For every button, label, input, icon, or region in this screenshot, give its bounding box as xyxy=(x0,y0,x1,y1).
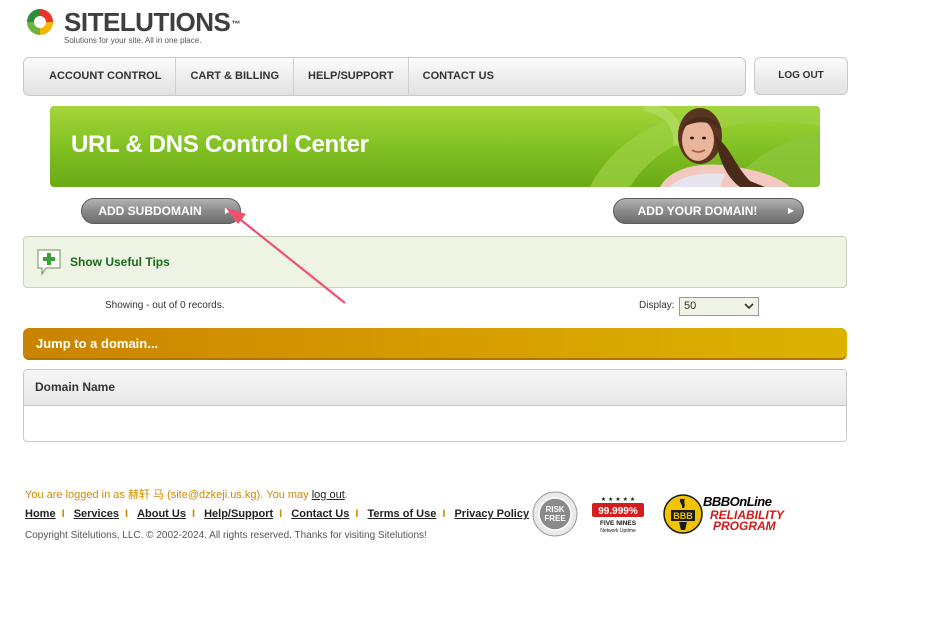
five-nines-uptime-badge-icon: ★ ★ ★ ★ ★ 99.999% FIVE NINES Network Upt… xyxy=(592,496,644,534)
svg-text:★ ★ ★ ★ ★: ★ ★ ★ ★ ★ xyxy=(601,496,636,503)
table-header-domain-name: Domain Name xyxy=(24,370,846,406)
footer-link-about-us[interactable]: About Us xyxy=(137,508,186,520)
display-count-select[interactable]: 50 xyxy=(679,297,759,316)
show-useful-tips-link[interactable]: Show Useful Tips xyxy=(70,255,170,269)
page-banner: URL & DNS Control Center xyxy=(50,106,820,187)
plus-speech-bubble-icon[interactable] xyxy=(36,248,62,276)
records-count-text: Showing - out of 0 records. xyxy=(105,300,225,311)
svg-text:99.999%: 99.999% xyxy=(598,506,638,517)
bbb-reliability-badge: BBB BBBOnLine RELIABILITY PROGRAM xyxy=(663,492,791,536)
brand-name: SITELUTIONS™ xyxy=(64,7,240,37)
bbb-program-text: PROGRAM xyxy=(713,519,776,533)
add-your-domain-label: ADD YOUR DOMAIN! xyxy=(637,204,758,218)
nav-help-support[interactable]: HELP/SUPPORT xyxy=(294,58,409,95)
sitelutions-logo-icon xyxy=(27,9,53,35)
bbb-torch-icon: BBB xyxy=(663,494,703,534)
copyright-text: Copyright Sitelutions, LLC. © 2002-2024.… xyxy=(25,530,427,541)
jump-to-domain-bar[interactable]: Jump to a domain... xyxy=(23,328,847,360)
svg-text:FREE: FREE xyxy=(544,514,566,523)
main-nav: ACCOUNT CONTROL CART & BILLING HELP/SUPP… xyxy=(23,57,746,96)
banner-woman-illustration xyxy=(590,106,820,187)
footer-logout-link[interactable]: log out xyxy=(312,489,345,501)
useful-tips-panel: Show Useful Tips xyxy=(23,236,847,288)
bbb-online-text: BBBOnLine xyxy=(703,494,772,509)
add-your-domain-button[interactable]: ADD YOUR DOMAIN! ▶ xyxy=(613,198,804,224)
play-arrow-icon: ▶ xyxy=(787,206,794,215)
play-arrow-icon: ▶ xyxy=(224,206,231,215)
svg-text:RISK: RISK xyxy=(545,505,564,514)
display-count-value: 50 xyxy=(684,300,697,312)
svg-text:Network Uptime: Network Uptime xyxy=(600,528,636,534)
footer-link-contact-us[interactable]: Contact Us xyxy=(291,508,349,520)
site-logo[interactable]: SITELUTIONS™ Solutions for your site. Al… xyxy=(24,6,254,48)
brand-tagline: Solutions for your site. All in one plac… xyxy=(64,36,202,45)
nav-contact-us[interactable]: CONTACT US xyxy=(409,58,508,95)
svg-text:FIVE NINES: FIVE NINES xyxy=(600,520,637,527)
nav-cart-billing[interactable]: CART & BILLING xyxy=(176,58,295,95)
add-subdomain-label: ADD SUBDOMAIN xyxy=(98,204,202,218)
logged-in-status: You are logged in as 赫轩 马 (site@dzkeji.u… xyxy=(25,489,348,501)
footer-links: Home I Services I About Us I Help/Support I … xyxy=(25,508,530,520)
footer-link-terms[interactable]: Terms of Use xyxy=(367,508,436,520)
display-label: Display: xyxy=(639,300,675,311)
domain-table: Domain Name xyxy=(23,369,847,442)
page-title: URL & DNS Control Center xyxy=(71,131,369,158)
logout-button[interactable]: LOG OUT xyxy=(754,57,848,95)
footer-link-home[interactable]: Home xyxy=(25,508,56,520)
footer-link-privacy[interactable]: Privacy Policy xyxy=(454,508,529,520)
add-subdomain-button[interactable]: ADD SUBDOMAIN ▶ xyxy=(81,198,241,224)
jump-to-domain-label: Jump to a domain... xyxy=(36,336,159,351)
risk-free-badge-icon: RISK FREE xyxy=(532,491,578,537)
footer-link-services[interactable]: Services xyxy=(74,508,119,520)
footer-link-help-support[interactable]: Help/Support xyxy=(204,508,273,520)
chevron-down-icon xyxy=(744,303,754,310)
nav-account-control[interactable]: ACCOUNT CONTROL xyxy=(35,58,177,95)
svg-text:BBB: BBB xyxy=(673,511,693,521)
